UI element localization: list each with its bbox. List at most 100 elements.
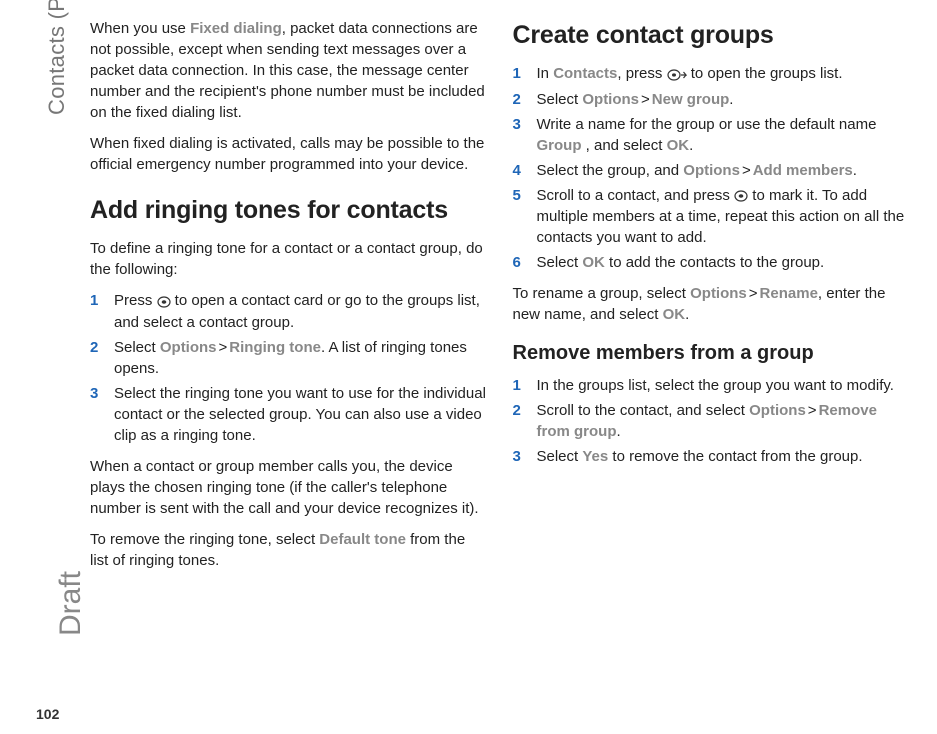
text: .	[685, 306, 689, 323]
text: .	[853, 162, 857, 179]
list-item: 2 Scroll to the contact, and select Opti…	[513, 400, 910, 442]
center-key-icon	[157, 291, 171, 312]
list-item: 3 Select the ringing tone you want to us…	[90, 383, 487, 446]
gt: >	[740, 162, 753, 179]
step-number: 6	[513, 252, 527, 273]
center-key-icon	[734, 185, 748, 206]
step-text: In Contacts, press to open the groups li…	[537, 63, 843, 85]
text: Scroll to a contact, and press	[537, 187, 735, 204]
text: Press	[114, 292, 157, 309]
term-ringing-tone: Ringing tone	[229, 339, 321, 356]
list-item: 6 Select OK to add the contacts to the g…	[513, 252, 910, 273]
text: to add the contacts to the group.	[605, 254, 824, 271]
step-text: Scroll to a contact, and press to mark i…	[537, 185, 910, 249]
text: To rename a group, select	[513, 285, 691, 302]
step-number: 1	[513, 63, 527, 85]
term-yes: Yes	[582, 448, 608, 465]
fixed-dialing-p1: When you use Fixed dialing, packet data …	[90, 18, 487, 123]
text: .	[689, 137, 693, 154]
step-text: Press to open a contact card or go to th…	[114, 290, 487, 333]
text: .	[617, 423, 621, 440]
term-ok: OK	[663, 306, 686, 323]
text: to open the groups list.	[687, 65, 843, 82]
list-item: 2 Select Options>New group.	[513, 89, 910, 110]
step-number: 3	[90, 383, 104, 446]
list-item: 2 Select Options>Ringing tone. A list of…	[90, 337, 487, 379]
draft-watermark: Draft	[54, 571, 88, 636]
step-number: 2	[90, 337, 104, 379]
text: Select	[537, 91, 583, 108]
text: , press	[617, 65, 666, 82]
step-number: 1	[90, 290, 104, 333]
step-number: 5	[513, 185, 527, 249]
text: To remove the ringing tone, select	[90, 531, 319, 548]
create-groups-steps: 1 In Contacts, press to open the groups …	[513, 63, 910, 273]
step-number: 3	[513, 114, 527, 156]
create-groups-heading: Create contact groups	[513, 18, 910, 53]
term-options: Options	[582, 91, 639, 108]
gt: >	[217, 339, 230, 356]
right-key-icon	[667, 64, 687, 85]
step-text: Scroll to the contact, and select Option…	[537, 400, 910, 442]
fixed-dialing-p2: When fixed dialing is activated, calls m…	[90, 133, 487, 175]
step-text: In the groups list, select the group you…	[537, 375, 894, 396]
term-options: Options	[749, 402, 806, 419]
section-label: Contacts (Phonebook)	[44, 0, 70, 115]
text: Scroll to the contact, and select	[537, 402, 750, 419]
step-text: Select Yes to remove the contact from th…	[537, 446, 863, 467]
list-item: 3 Select Yes to remove the contact from …	[513, 446, 910, 467]
text: Select	[537, 254, 583, 271]
add-ringing-tones-heading: Add ringing tones for contacts	[90, 193, 487, 228]
gt: >	[806, 402, 819, 419]
text: Select	[114, 339, 160, 356]
term-default-tone: Default tone	[319, 531, 406, 548]
step-text: Select OK to add the contacts to the gro…	[537, 252, 825, 273]
step-text: Select Options>New group.	[537, 89, 734, 110]
ringing-steps: 1 Press to open a contact card or go to …	[90, 290, 487, 446]
term-rename: Rename	[760, 285, 818, 302]
remove-members-heading: Remove members from a group	[513, 339, 910, 367]
rename-group-p: To rename a group, select Options>Rename…	[513, 283, 910, 325]
term-new-group: New group	[652, 91, 730, 108]
step-number: 4	[513, 160, 527, 181]
ringing-p3: When a contact or group member calls you…	[90, 456, 487, 519]
term-options: Options	[683, 162, 740, 179]
step-text: Select the ringing tone you want to use …	[114, 383, 487, 446]
text: Write a name for the group or use the de…	[537, 116, 877, 133]
list-item: 4 Select the group, and Options>Add memb…	[513, 160, 910, 181]
term-fixed-dialing: Fixed dialing	[190, 20, 282, 37]
text: Select the group, and	[537, 162, 684, 179]
manual-page: Contacts (Phonebook) Draft 102 When you …	[0, 0, 937, 734]
step-number: 1	[513, 375, 527, 396]
text: In	[537, 65, 554, 82]
term-options: Options	[160, 339, 217, 356]
step-text: Write a name for the group or use the de…	[537, 114, 910, 156]
text: to remove the contact from the group.	[608, 448, 862, 465]
text: .	[729, 91, 733, 108]
text: , and select	[582, 137, 667, 154]
step-text: Select Options>Ringing tone. A list of r…	[114, 337, 487, 379]
term-ok: OK	[667, 137, 690, 154]
list-item: 1 In Contacts, press to open the groups …	[513, 63, 910, 85]
right-column: Create contact groups 1 In Contacts, pre…	[513, 18, 910, 716]
term-options: Options	[690, 285, 747, 302]
text: When you use	[90, 20, 190, 37]
gt: >	[747, 285, 760, 302]
term-contacts: Contacts	[553, 65, 617, 82]
list-item: 3 Write a name for the group or use the …	[513, 114, 910, 156]
step-number: 2	[513, 400, 527, 442]
step-number: 3	[513, 446, 527, 467]
term-group: Group	[537, 137, 582, 154]
left-column: When you use Fixed dialing, packet data …	[90, 18, 487, 716]
ringing-p4: To remove the ringing tone, select Defau…	[90, 529, 487, 571]
term-ok: OK	[582, 254, 605, 271]
text: Select	[537, 448, 583, 465]
list-item: 5 Scroll to a contact, and press to mark…	[513, 185, 910, 249]
step-text: Select the group, and Options>Add member…	[537, 160, 857, 181]
list-item: 1 In the groups list, select the group y…	[513, 375, 910, 396]
step-number: 2	[513, 89, 527, 110]
list-item: 1 Press to open a contact card or go to …	[90, 290, 487, 333]
side-tab: Contacts (Phonebook) Draft 102	[8, 0, 78, 734]
content-columns: When you use Fixed dialing, packet data …	[90, 18, 909, 716]
remove-members-steps: 1 In the groups list, select the group y…	[513, 375, 910, 467]
